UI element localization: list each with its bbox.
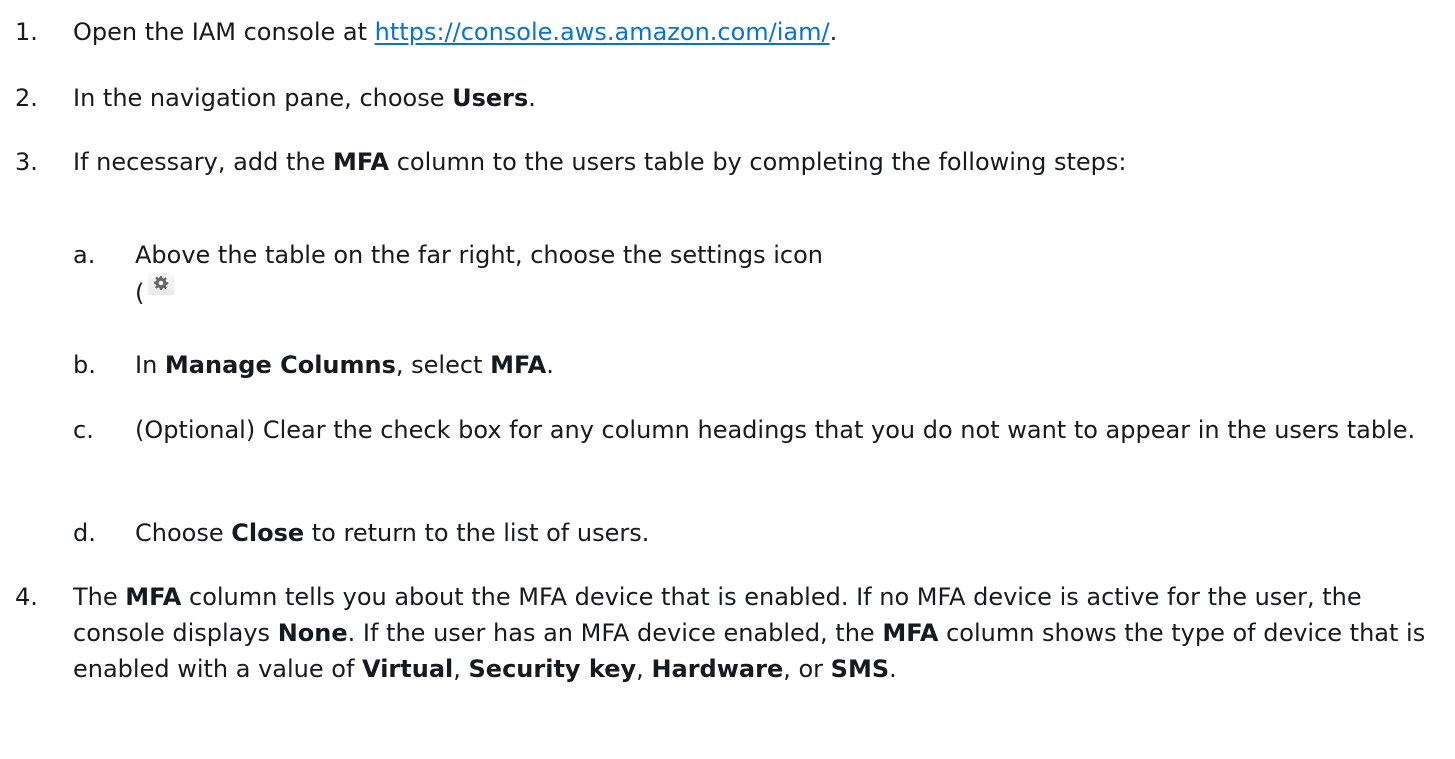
step-text-segment: The [73, 583, 126, 611]
ui-term-mfa: MFA [125, 583, 182, 611]
step-text-segment: In the navigation pane, choose [73, 84, 453, 112]
step-text-segment: Above the table on the far right, choose… [135, 241, 823, 269]
step-text-segment: to return to the list of users. [304, 519, 650, 547]
step-text-segment: . [546, 351, 554, 379]
step-number: 2. [15, 84, 38, 112]
step-text-segment: . [829, 18, 838, 46]
ui-term-none: None [277, 619, 348, 647]
open-paren: ( [135, 279, 145, 307]
substep-text: Choose Close to return to the list of us… [135, 515, 1445, 551]
ui-term-close: Close [231, 519, 305, 547]
step-text-segment: , select [395, 351, 491, 379]
step-text-segment: . [889, 655, 897, 683]
step-text-segment: In [135, 351, 165, 379]
step-text: If necessary, add the MFA column to the … [73, 144, 1445, 180]
step-number: 3. [15, 148, 38, 176]
substep-text: In Manage Columns, select MFA. [135, 347, 1445, 383]
step-number: 1. [15, 18, 38, 46]
substep-letter: d. [73, 519, 96, 547]
step-text: Open the IAM console at https://console.… [73, 14, 1445, 50]
ui-term-mfa: MFA [332, 148, 390, 176]
ui-term-users: Users [452, 84, 529, 112]
iam-console-link[interactable]: https://console.aws.amazon.com/iam/ [375, 18, 830, 46]
substep-text: (Optional) Clear the check box for any c… [135, 416, 1416, 444]
step-text-segment: Open the IAM console at [73, 18, 375, 46]
settings-gear-icon [148, 273, 175, 295]
step-text-segment: , [636, 655, 652, 683]
step-text: In the navigation pane, choose Users. [73, 80, 1445, 116]
substep-letter: c. [73, 416, 94, 444]
substep-letter: b. [73, 351, 96, 379]
gear-icon [154, 276, 169, 290]
ui-term-sms: SMS [830, 655, 890, 683]
substep-text: Above the table on the far right, choose… [135, 237, 1445, 311]
step-text-segment: Choose [135, 519, 232, 547]
ui-term-mfa: MFA [490, 351, 547, 379]
step-text-segment: . [528, 84, 536, 112]
step-text-segment: column to the users table by completing … [389, 148, 1127, 176]
step-text: The MFA column tells you about the MFA d… [73, 579, 1445, 687]
step-number: 4. [15, 583, 38, 611]
ui-term-mfa: MFA [882, 619, 939, 647]
ui-term-virtual: Virtual [362, 655, 454, 683]
ui-term-manage-columns: Manage Columns [164, 351, 396, 379]
step-text-segment: , [453, 655, 469, 683]
ui-term-security-key: Security key [468, 655, 637, 683]
step-text-segment: . If the user has an MFA device enabled,… [347, 619, 883, 647]
ui-term-hardware: Hardware [651, 655, 784, 683]
substep-letter: a. [73, 241, 96, 269]
step-text-segment: If necessary, add the [73, 148, 333, 176]
step-text-segment: , or [783, 655, 831, 683]
